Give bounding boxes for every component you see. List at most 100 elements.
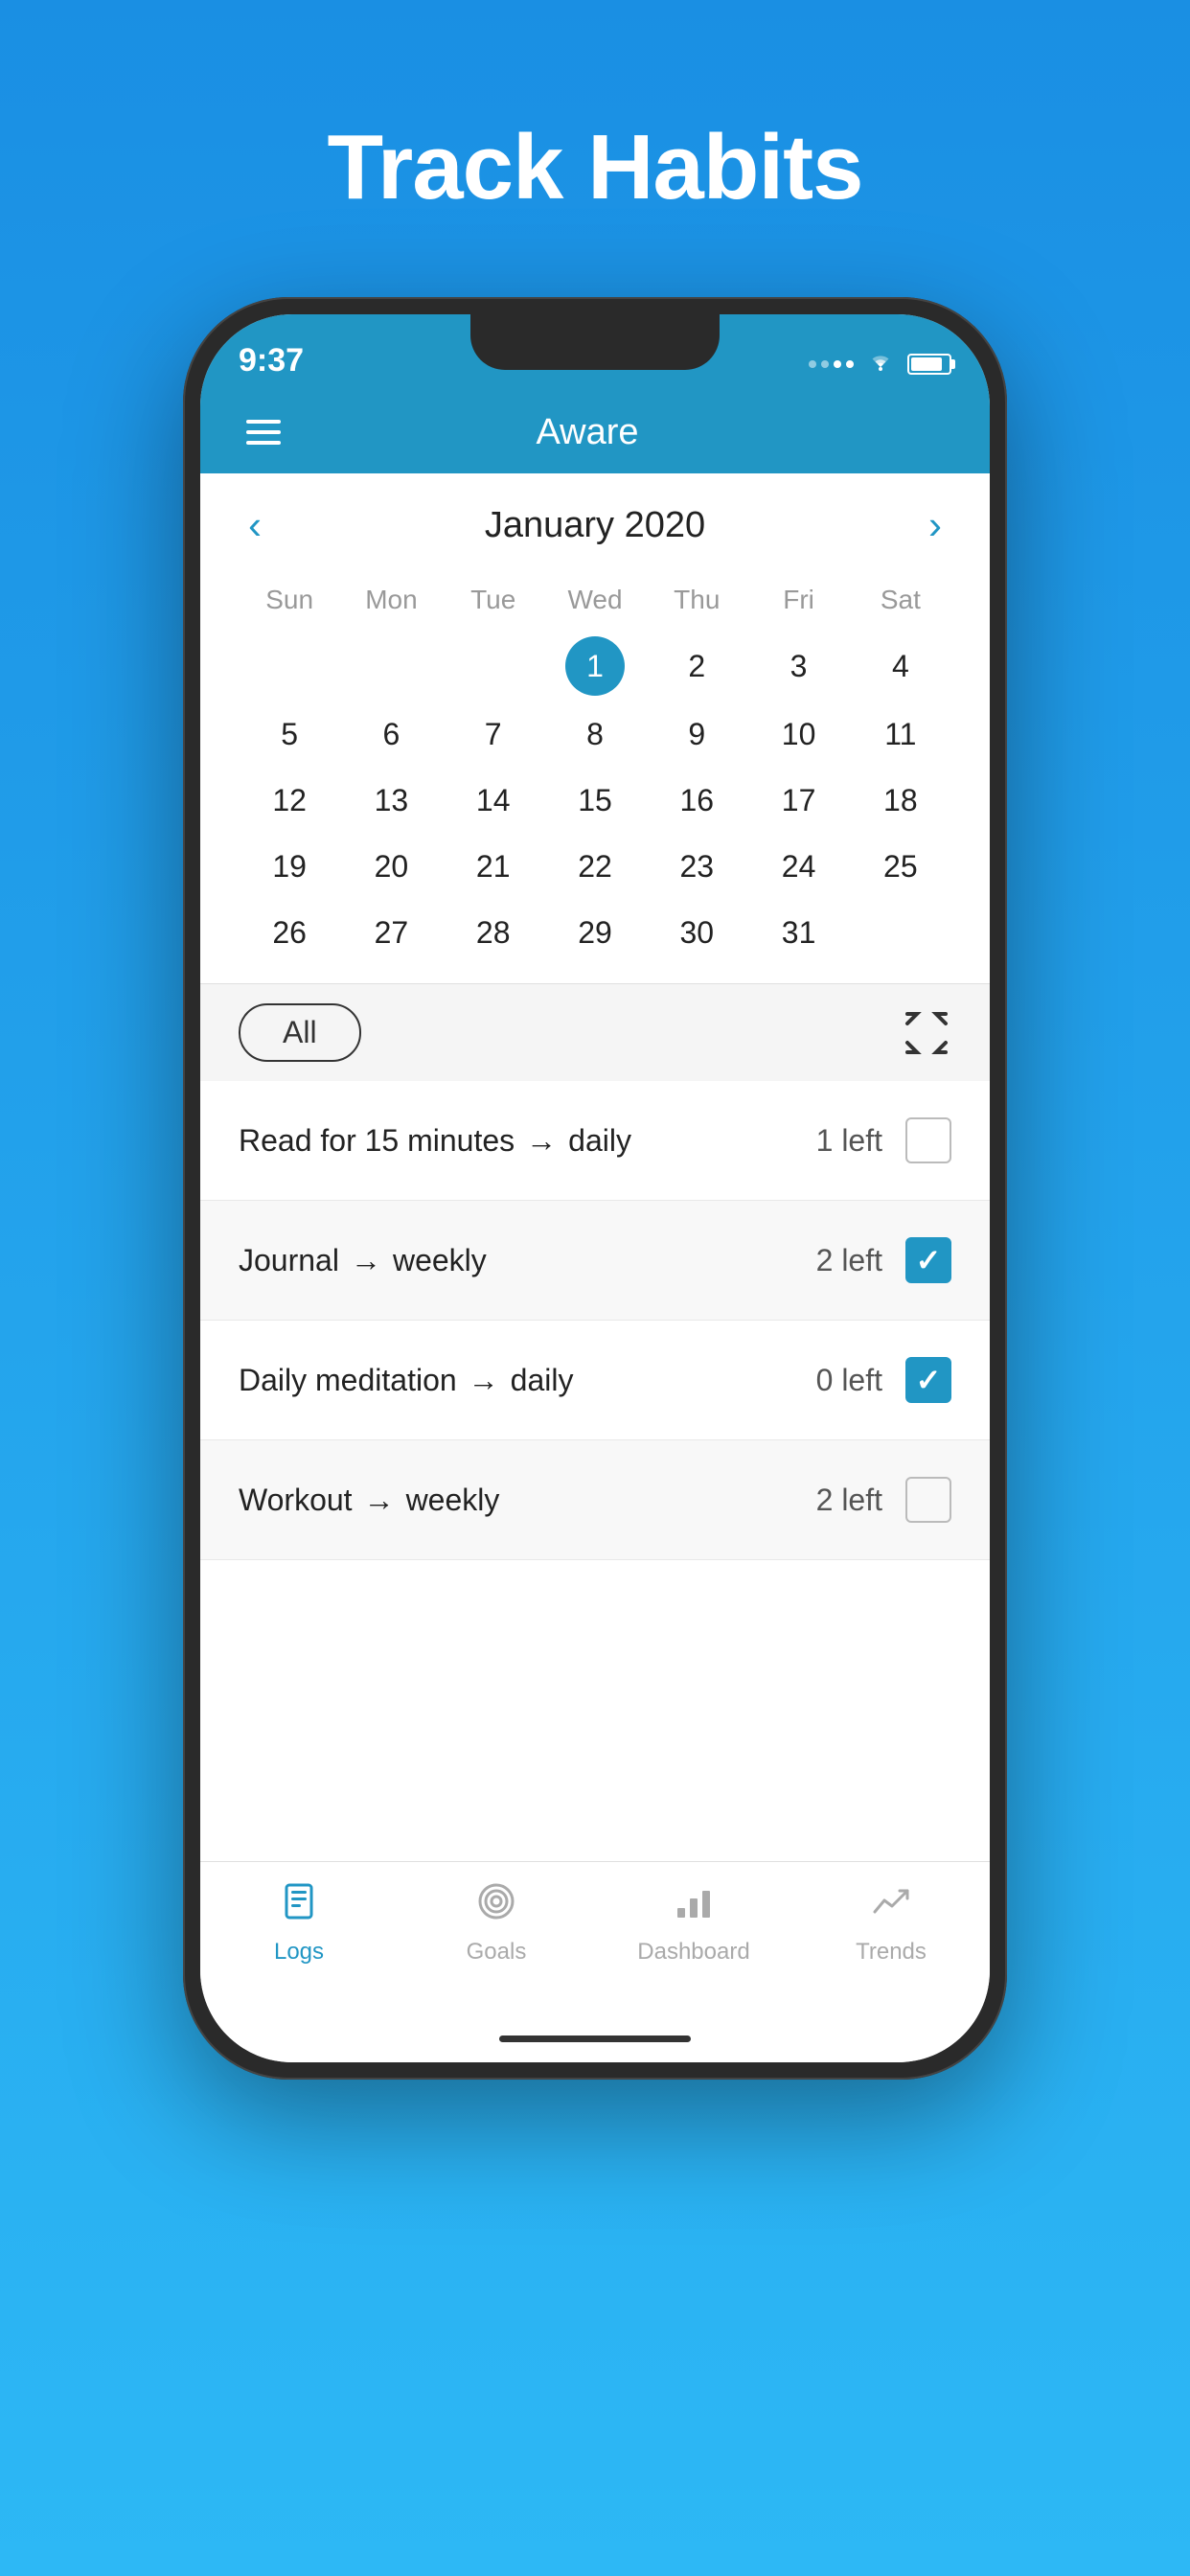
habit-list: Read for 15 minutes → daily1 leftJournal… bbox=[200, 1081, 990, 1861]
cal-day-19[interactable]: 19 bbox=[239, 836, 340, 898]
cal-day-7[interactable]: 7 bbox=[443, 703, 544, 766]
cal-day-16[interactable]: 16 bbox=[646, 770, 747, 832]
cal-day-empty bbox=[239, 632, 340, 700]
habit-count: 2 left bbox=[816, 1483, 882, 1518]
phone-screen: 9:37 bbox=[200, 314, 990, 2062]
next-month-button[interactable]: › bbox=[919, 502, 951, 548]
habit-item[interactable]: Journal → weekly 2 left bbox=[200, 1201, 990, 1321]
cal-day-29[interactable]: 29 bbox=[544, 902, 646, 964]
cal-day-empty bbox=[443, 632, 544, 700]
page-title: Track Habits bbox=[328, 115, 863, 220]
cal-day-17[interactable]: 17 bbox=[747, 770, 849, 832]
day-fri: Fri bbox=[747, 577, 849, 623]
habit-count: 1 left bbox=[816, 1123, 882, 1159]
cal-day-6[interactable]: 6 bbox=[340, 703, 442, 766]
habit-count: 2 left bbox=[816, 1243, 882, 1278]
cal-day-30[interactable]: 30 bbox=[646, 902, 747, 964]
habit-checkbox[interactable] bbox=[905, 1237, 951, 1283]
cal-day-empty bbox=[340, 632, 442, 700]
tab-goals-label: Goals bbox=[467, 1939, 527, 1966]
wifi-icon bbox=[865, 349, 896, 380]
cal-day-23[interactable]: 23 bbox=[646, 836, 747, 898]
trends-icon bbox=[871, 1881, 911, 1931]
calendar-header: ‹ January 2020 › bbox=[239, 502, 951, 548]
cal-day-22[interactable]: 22 bbox=[544, 836, 646, 898]
hamburger-menu[interactable] bbox=[246, 420, 281, 445]
expand-icon[interactable] bbox=[902, 1008, 951, 1058]
cal-day-28[interactable]: 28 bbox=[443, 902, 544, 964]
battery-icon bbox=[907, 354, 951, 375]
habit-item[interactable]: Read for 15 minutes → daily1 left bbox=[200, 1081, 990, 1201]
habit-frequency: weekly bbox=[393, 1243, 487, 1278]
calendar-grid: 1234567891011121314151617181920212223242… bbox=[239, 632, 951, 964]
habit-checkbox[interactable] bbox=[905, 1357, 951, 1403]
tab-bar: Logs Goals bbox=[200, 1861, 990, 2014]
cal-day-14[interactable]: 14 bbox=[443, 770, 544, 832]
cal-day-26[interactable]: 26 bbox=[239, 902, 340, 964]
cal-day-5[interactable]: 5 bbox=[239, 703, 340, 766]
status-icons bbox=[809, 349, 951, 380]
logs-icon bbox=[279, 1881, 319, 1931]
phone-notch bbox=[470, 314, 720, 370]
calendar-section: ‹ January 2020 › Sun Mon Tue Wed Thu Fri… bbox=[200, 473, 990, 983]
day-thu: Thu bbox=[646, 577, 747, 623]
cal-day-27[interactable]: 27 bbox=[340, 902, 442, 964]
nav-title: Aware bbox=[281, 412, 894, 453]
tab-trends[interactable]: Trends bbox=[792, 1881, 990, 1966]
cal-day-15[interactable]: 15 bbox=[544, 770, 646, 832]
calendar-month: January 2020 bbox=[485, 505, 705, 546]
status-time: 9:37 bbox=[239, 342, 304, 380]
filter-section: All bbox=[200, 983, 990, 1081]
cal-day-3[interactable]: 3 bbox=[747, 632, 849, 700]
habit-frequency: daily bbox=[511, 1363, 574, 1398]
cal-day-8[interactable]: 8 bbox=[544, 703, 646, 766]
cal-day-25[interactable]: 25 bbox=[850, 836, 951, 898]
cal-day-24[interactable]: 24 bbox=[747, 836, 849, 898]
prev-month-button[interactable]: ‹ bbox=[239, 502, 271, 548]
tab-logs[interactable]: Logs bbox=[200, 1881, 398, 1966]
habit-item[interactable]: Daily meditation → daily 0 left bbox=[200, 1321, 990, 1440]
cal-day-4[interactable]: 4 bbox=[850, 632, 951, 700]
cal-day-12[interactable]: 12 bbox=[239, 770, 340, 832]
cal-day-11[interactable]: 11 bbox=[850, 703, 951, 766]
home-indicator bbox=[200, 2014, 990, 2062]
cal-day-31[interactable]: 31 bbox=[747, 902, 849, 964]
habit-item[interactable]: Workout → weekly 2 left bbox=[200, 1440, 990, 1560]
habit-arrow-icon: → bbox=[364, 1483, 395, 1518]
cal-day-10[interactable]: 10 bbox=[747, 703, 849, 766]
goals-icon bbox=[476, 1881, 516, 1931]
habit-arrow-icon: → bbox=[469, 1363, 499, 1398]
cal-day-21[interactable]: 21 bbox=[443, 836, 544, 898]
day-tue: Tue bbox=[443, 577, 544, 623]
tab-goals[interactable]: Goals bbox=[398, 1881, 595, 1966]
signal-icon bbox=[809, 360, 854, 368]
habit-checkbox[interactable] bbox=[905, 1477, 951, 1523]
habit-frequency: daily bbox=[568, 1123, 631, 1159]
home-bar bbox=[499, 2036, 691, 2042]
habit-name: Daily meditation bbox=[239, 1363, 457, 1398]
tab-dashboard[interactable]: Dashboard bbox=[595, 1881, 792, 1966]
cal-day-1[interactable]: 1 bbox=[565, 636, 625, 696]
habit-checkbox[interactable] bbox=[905, 1117, 951, 1163]
dashboard-icon bbox=[674, 1881, 714, 1931]
cal-day-18[interactable]: 18 bbox=[850, 770, 951, 832]
cal-day-2[interactable]: 2 bbox=[646, 632, 747, 700]
habit-frequency: weekly bbox=[406, 1483, 500, 1518]
filter-all-button[interactable]: All bbox=[239, 1003, 361, 1062]
cal-day-13[interactable]: 13 bbox=[340, 770, 442, 832]
nav-bar: Aware bbox=[200, 391, 990, 473]
tab-logs-label: Logs bbox=[274, 1939, 324, 1966]
cal-day-empty bbox=[850, 902, 951, 964]
habit-arrow-icon: → bbox=[526, 1123, 557, 1159]
tab-dashboard-label: Dashboard bbox=[637, 1939, 749, 1966]
tab-trends-label: Trends bbox=[856, 1939, 927, 1966]
habit-name: Journal bbox=[239, 1243, 339, 1278]
habit-name: Workout bbox=[239, 1483, 353, 1518]
day-wed: Wed bbox=[544, 577, 646, 623]
day-mon: Mon bbox=[340, 577, 442, 623]
day-sun: Sun bbox=[239, 577, 340, 623]
cal-day-9[interactable]: 9 bbox=[646, 703, 747, 766]
cal-day-20[interactable]: 20 bbox=[340, 836, 442, 898]
habit-arrow-icon: → bbox=[351, 1243, 381, 1278]
habit-count: 0 left bbox=[816, 1363, 882, 1398]
